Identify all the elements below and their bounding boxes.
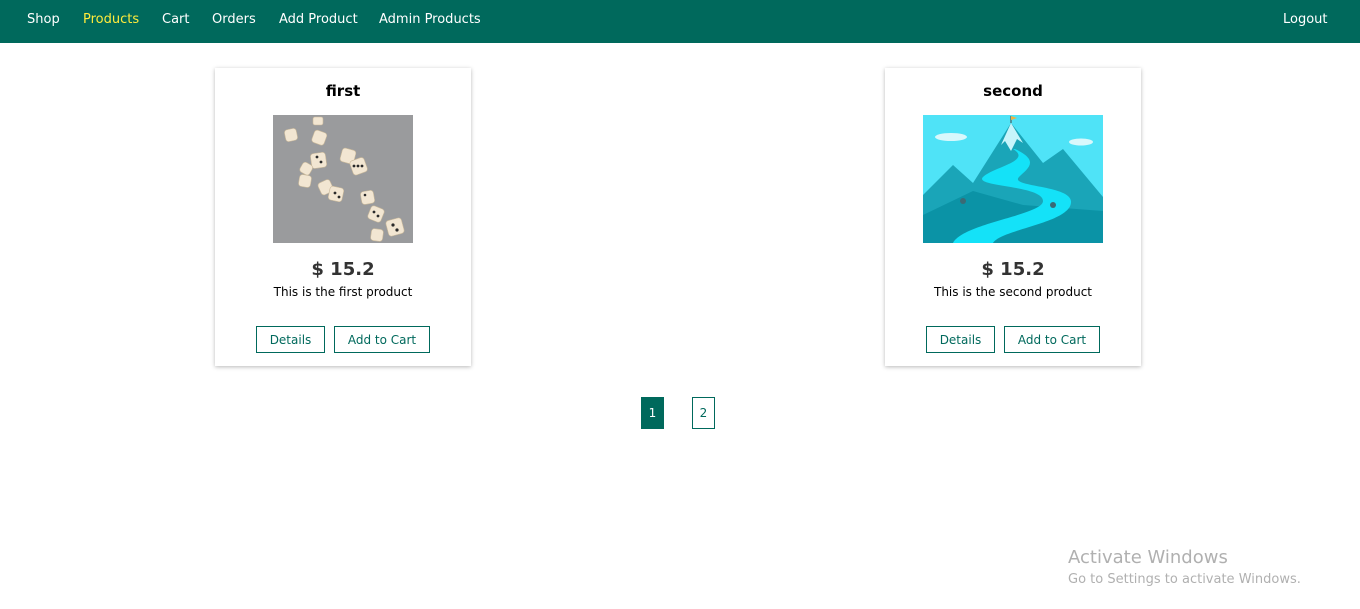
product-image-dice — [273, 115, 413, 243]
page-button-2[interactable]: 2 — [692, 397, 715, 429]
nav-admin-products[interactable]: Admin Products — [379, 12, 481, 28]
details-button[interactable]: Details — [256, 326, 325, 353]
nav-products[interactable]: Products — [83, 12, 139, 28]
page-button-1[interactable]: 1 — [641, 397, 664, 429]
nav-add-product[interactable]: Add Product — [279, 12, 358, 28]
product-card: second $ 15.2 This is the second product… — [885, 68, 1141, 366]
product-description: This is the first product — [273, 285, 413, 299]
nav-shop[interactable]: Shop — [27, 12, 60, 28]
nav-orders[interactable]: Orders — [212, 12, 256, 28]
top-navbar: Shop Products Cart Orders Add Product Ad… — [0, 0, 1360, 43]
product-price: $ 15.2 — [311, 259, 375, 280]
product-description: This is the second product — [933, 285, 1092, 299]
product-title: second — [983, 82, 1043, 100]
product-title: first — [325, 82, 361, 100]
nav-cart[interactable]: Cart — [162, 12, 190, 28]
product-card: first $ 15.2 This is the first product D… — [215, 68, 471, 366]
product-image-mountain — [923, 115, 1103, 243]
add-to-cart-button[interactable]: Add to Cart — [1004, 326, 1100, 353]
activate-windows-title: Activate Windows — [1068, 547, 1228, 568]
details-button[interactable]: Details — [926, 326, 995, 353]
product-price: $ 15.2 — [981, 259, 1045, 280]
add-to-cart-button[interactable]: Add to Cart — [334, 326, 430, 353]
activate-windows-subtitle: Go to Settings to activate Windows. — [1068, 572, 1301, 587]
nav-logout[interactable]: Logout — [1283, 12, 1328, 28]
